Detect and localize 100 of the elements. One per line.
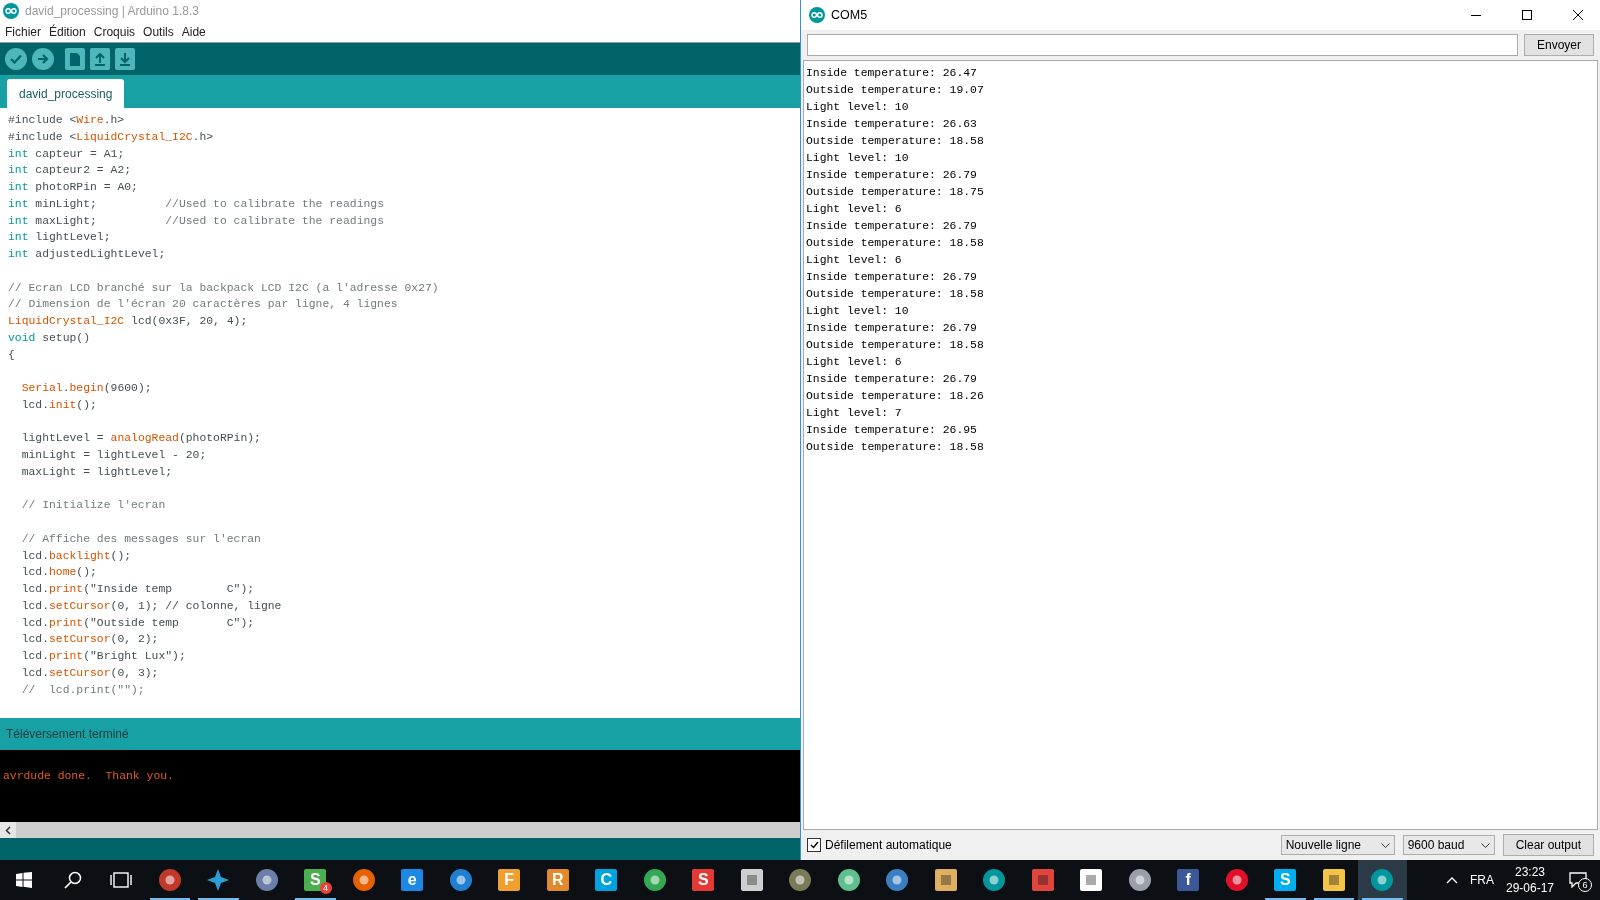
app-icon: R	[546, 869, 569, 891]
output-line: Inside temperature: 26.79	[806, 219, 978, 234]
check-icon	[809, 841, 819, 849]
arduino-logo-icon	[809, 7, 825, 23]
code-line: lcd.setCursor(0, 2);	[20, 632, 160, 648]
taskbar-button[interactable]: f	[1164, 860, 1213, 900]
clear-output-button[interactable]: Clear output	[1502, 834, 1594, 856]
chevron-icon	[1380, 842, 1390, 848]
output-line: Outside temperature: 18.75	[806, 185, 985, 200]
code-line: // Dimension de l'écran 20 caractères par ligne, 4 lignes	[8, 297, 399, 313]
code-line: #include <Wire.h>	[8, 113, 126, 128]
code-line: int capteur2 = A2;	[8, 163, 133, 179]
output-line: Outside temperature: 18.58	[806, 236, 985, 251]
close-icon	[1572, 10, 1583, 20]
app-icon: e	[401, 869, 424, 891]
code-line: int minLight; //Used to calibrate the readings	[8, 196, 385, 212]
output-line: Inside temperature: 26.47	[806, 66, 978, 81]
code-line: lcd.backlight();	[20, 548, 133, 564]
new-sketch-button[interactable]	[65, 48, 85, 70]
minimize-icon	[1470, 14, 1481, 16]
window-title: COM5	[831, 8, 868, 22]
code-line: lcd.print("Bright Lux");	[20, 649, 187, 664]
chevron-icon	[1480, 842, 1490, 848]
windows-logo-icon	[16, 872, 33, 888]
notification-button[interactable]: 6	[1566, 868, 1590, 892]
output-line: Outside temperature: 19.07	[806, 83, 985, 98]
down-arrow-icon	[119, 52, 131, 66]
output-line: Inside temperature: 26.79	[806, 270, 978, 285]
output-line: Light level: 6	[806, 355, 903, 370]
code-line: lcd.setCursor(0, 3);	[20, 665, 160, 681]
verify-button[interactable]	[5, 48, 27, 70]
menu-item[interactable]: Fichier	[5, 25, 41, 39]
checkbox-label: Défilement automatique	[825, 838, 952, 852]
code-line: lcd.init();	[20, 397, 98, 413]
checkbox[interactable]	[807, 838, 821, 852]
chevron-up-icon[interactable]	[1445, 876, 1458, 884]
clock[interactable]: 23:23 29-06-17	[1505, 864, 1554, 896]
window-title: david_processing | Arduino 1.8.3	[25, 4, 199, 18]
app-icon: f	[1177, 869, 1200, 891]
taskbar-button[interactable]: S	[679, 860, 728, 900]
console-line: avrdude done. Thank you.	[2, 770, 175, 782]
code-line: // Ecran LCD branché sur la backpack LCD I2C (a l'adresse 0x27)	[8, 280, 440, 296]
output-line: Outside temperature: 18.58	[806, 338, 985, 353]
task-view-icon	[110, 872, 133, 888]
maximize-icon	[1521, 10, 1532, 20]
send-input-field[interactable]	[807, 34, 1518, 56]
output-line: Inside temperature: 26.95	[806, 423, 978, 438]
code-line: lcd.setCursor(0, 1); // colonne, ligne	[20, 598, 283, 614]
menu-item[interactable]: Édition	[49, 25, 86, 39]
menu-item[interactable]: Aide	[181, 25, 206, 39]
taskbar-button[interactable]	[1358, 860, 1407, 900]
save-button[interactable]	[115, 48, 135, 70]
send-button[interactable]: Envoyer	[1524, 34, 1594, 56]
code-line: maxLight = lightLevel;	[20, 464, 174, 480]
app-icon: C	[595, 869, 618, 891]
code-line: int maxLight; //Used to calibrate the readings	[8, 213, 385, 229]
app-icon: F	[498, 869, 521, 891]
scroll-left-button[interactable]	[0, 822, 16, 838]
code-line: lcd.home();	[20, 565, 98, 581]
output-line: Light level: 10	[806, 100, 910, 115]
output-line: Inside temperature: 26.79	[806, 168, 978, 183]
code-line: lightLevel = analogRead(photoRPin);	[20, 431, 262, 447]
code-line: LiquidCrystal_I2C lcd(0x3F, 20, 4);	[8, 314, 249, 329]
code-line: // lcd.print("");	[20, 682, 146, 698]
code-line: int adjustedLightLevel;	[8, 247, 167, 262]
output-line: Light level: 6	[806, 253, 903, 268]
message-icon	[1569, 872, 1587, 888]
open-button[interactable]	[90, 48, 110, 70]
line-ending-dropdown[interactable]: Nouvelle ligne	[1280, 835, 1395, 855]
output-line: Inside temperature: 26.79	[806, 372, 978, 387]
code-line: // Affiche des messages sur l'ecran	[20, 531, 262, 547]
output-line: Light level: 10	[806, 151, 910, 166]
output-line: Inside temperature: 26.63	[806, 117, 978, 132]
app-icon: S	[692, 869, 715, 891]
upload-button[interactable]	[32, 48, 54, 70]
taskbar-button[interactable]: e	[388, 860, 437, 900]
search-icon	[63, 871, 82, 889]
arduino-logo-icon	[3, 3, 19, 19]
code-line: int capteur = A1;	[8, 146, 126, 162]
up-arrow-icon	[94, 52, 106, 66]
code-line: minLight = lightLevel - 20;	[20, 448, 208, 463]
output-line: Outside temperature: 18.58	[806, 287, 985, 302]
code-line: #include <LiquidCrystal_I2C.h>	[8, 129, 215, 145]
output-line: Outside temperature: 18.58	[806, 134, 985, 149]
menu-item[interactable]: Croquis	[93, 25, 136, 39]
code-line: {	[8, 347, 16, 363]
language-indicator[interactable]: FRA	[1469, 873, 1494, 887]
right-arrow-icon	[37, 54, 49, 64]
baud-rate-dropdown[interactable]: 9600 baud	[1402, 835, 1495, 855]
output-line: Light level: 7	[806, 406, 903, 421]
check-icon	[10, 54, 22, 64]
output-line: Outside temperature: 18.26	[806, 389, 985, 404]
code-line: lcd.print("Inside temp C");	[20, 582, 256, 597]
output-line: Light level: 6	[806, 202, 903, 217]
code-line: int lightLevel;	[8, 230, 112, 246]
app-icon: S	[1274, 869, 1297, 891]
sketch-tab[interactable]: david_processing	[7, 79, 125, 108]
code-line: int photoRPin = A0;	[8, 180, 139, 195]
menu-item[interactable]: Outils	[143, 25, 174, 39]
status-message: Téléversement terminé	[6, 727, 129, 741]
